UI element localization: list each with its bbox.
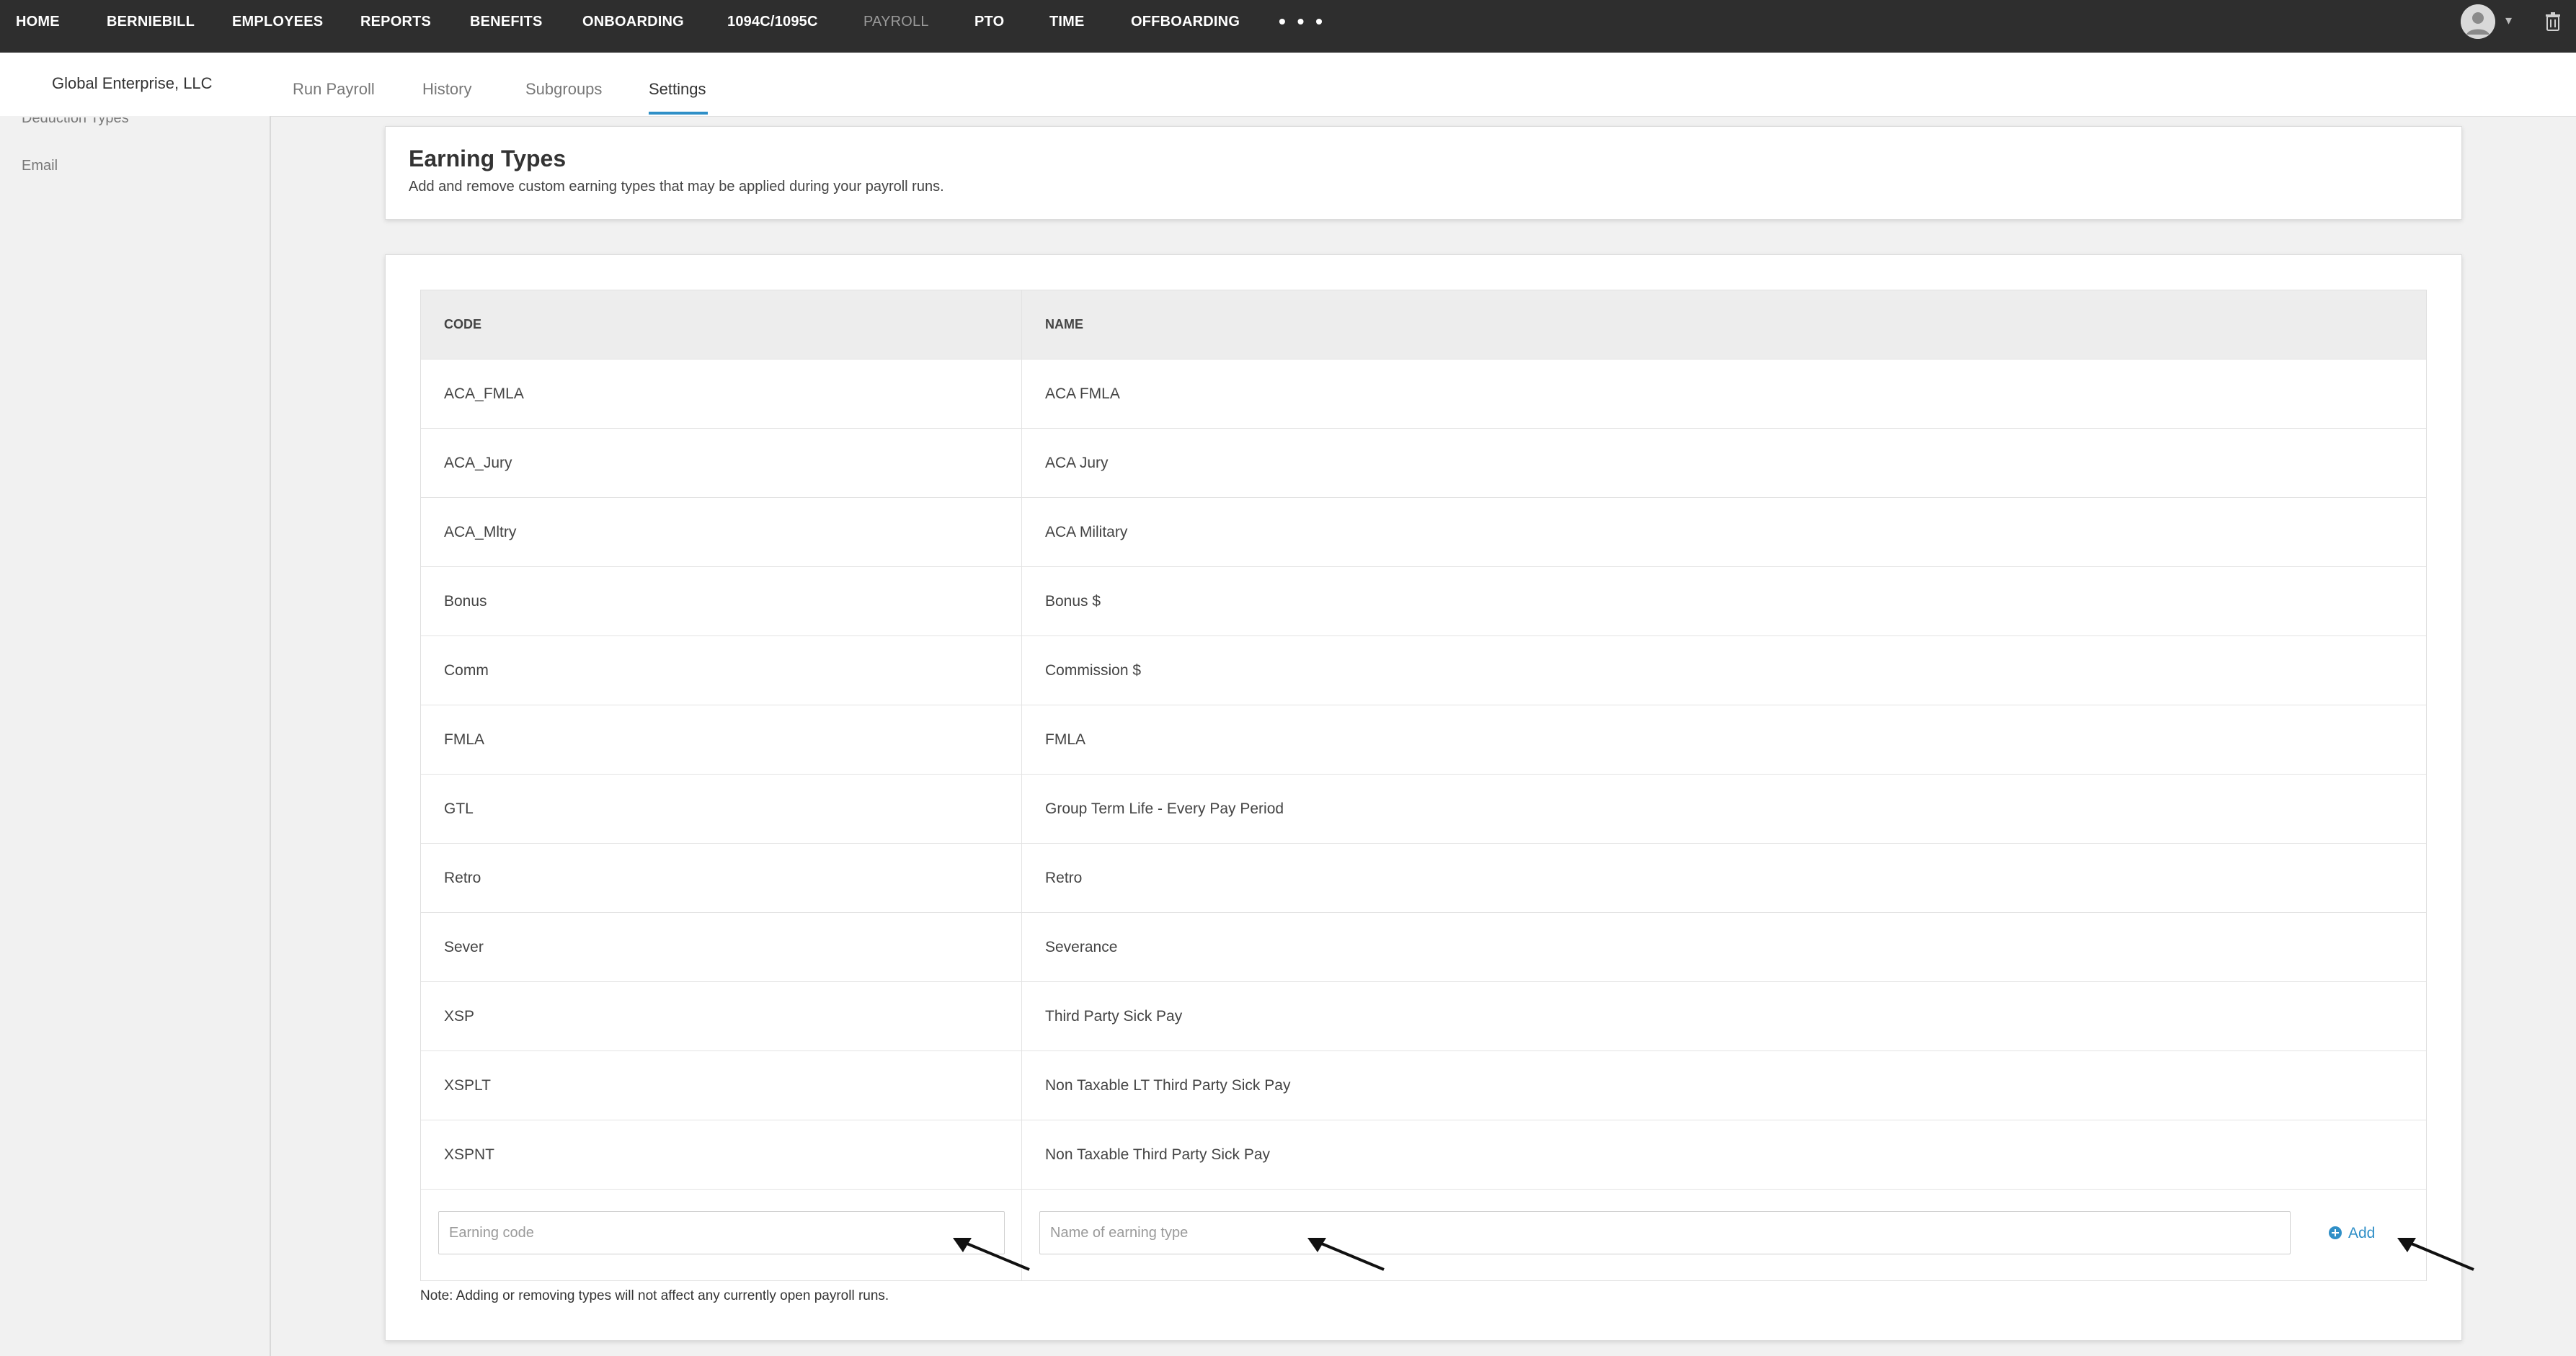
row-name-cell: Third Party Sick Pay: [1045, 1008, 1183, 1025]
nav-employees[interactable]: EMPLOYEES: [232, 0, 323, 43]
arrow-annotation-icon: [2397, 1238, 2474, 1271]
nav-home[interactable]: HOME: [16, 0, 60, 43]
table-note: Note: Adding or removing types will not …: [420, 1288, 889, 1303]
settings-sidebar: Deduction Types Email: [0, 116, 271, 1356]
row-name-cell: Bonus $: [1045, 593, 1101, 610]
arrow-annotation-icon: [953, 1238, 1030, 1271]
nav-payroll[interactable]: PAYROLL: [863, 0, 929, 43]
row-name-cell: Group Term Life - Every Pay Period: [1045, 800, 1284, 817]
earning-code-input[interactable]: [438, 1211, 1005, 1254]
user-avatar-icon[interactable]: [2461, 4, 2495, 39]
table-row: XSP Third Party Sick Pay: [421, 982, 2426, 1051]
row-name-cell: Severance: [1045, 939, 1118, 955]
table-row: ACA_FMLA ACA FMLA: [421, 360, 2426, 429]
table-row: Comm Commission $: [421, 636, 2426, 705]
chevron-down-icon[interactable]: ▾: [2505, 13, 2512, 28]
row-code-cell: Retro: [421, 844, 1022, 912]
plus-circle-icon: [2329, 1226, 2342, 1239]
nav-pto[interactable]: PTO: [974, 0, 1004, 43]
name-input-cell: Add: [1022, 1190, 2426, 1280]
row-name-cell: Retro: [1045, 870, 1083, 886]
nav-time[interactable]: TIME: [1049, 0, 1085, 43]
row-name-cell: ACA Military: [1045, 524, 1128, 540]
row-name-cell: FMLA: [1045, 731, 1086, 748]
earning-types-header-card: Earning Types Add and remove custom earn…: [385, 126, 2462, 220]
nav-benefits[interactable]: BENEFITS: [470, 0, 543, 43]
row-name-cell: Non Taxable LT Third Party Sick Pay: [1045, 1077, 1291, 1094]
table-row: Sever Severance: [421, 913, 2426, 982]
table-row: XSPLT Non Taxable LT Third Party Sick Pa…: [421, 1051, 2426, 1120]
sidebar-item-email[interactable]: Email: [22, 158, 58, 174]
row-code-cell: XSP: [421, 982, 1022, 1051]
code-input-cell: [421, 1190, 1022, 1280]
table-row: FMLA FMLA: [421, 705, 2426, 775]
table-row: ACA_Jury ACA Jury: [421, 429, 2426, 498]
row-code-cell: XSPLT: [421, 1051, 1022, 1120]
row-code-cell: ACA_Mltry: [421, 498, 1022, 566]
earning-name-input[interactable]: [1039, 1211, 2291, 1254]
arrow-annotation-icon: [1307, 1238, 1385, 1271]
table-row: Bonus Bonus $: [421, 567, 2426, 636]
table-row: Retro Retro: [421, 844, 2426, 913]
trash-icon[interactable]: [2544, 12, 2562, 32]
add-button-label: Add: [2348, 1225, 2376, 1241]
active-tab-indicator: [649, 112, 708, 115]
row-code-cell: FMLA: [421, 705, 1022, 774]
row-code-cell: Comm: [421, 636, 1022, 705]
row-code-cell: XSPNT: [421, 1120, 1022, 1189]
nav-1094c-1095c[interactable]: 1094C/1095C: [727, 0, 818, 43]
table-row: GTL Group Term Life - Every Pay Period: [421, 775, 2426, 844]
table-row: ACA_Mltry ACA Military: [421, 498, 2426, 567]
row-code-cell: Bonus: [421, 567, 1022, 635]
earning-types-table: CODE NAME ACA_FMLA ACA FMLA ACA_Jury ACA…: [420, 290, 2427, 1281]
nav-berniebill[interactable]: BERNIEBILL: [107, 0, 195, 43]
tab-settings[interactable]: Settings: [649, 80, 706, 99]
row-code-cell: ACA_Jury: [421, 429, 1022, 497]
row-name-cell: ACA Jury: [1045, 455, 1109, 471]
row-name-cell: Non Taxable Third Party Sick Pay: [1045, 1146, 1271, 1163]
nav-reports[interactable]: REPORTS: [360, 0, 431, 43]
row-code-cell: GTL: [421, 775, 1022, 843]
earning-types-table-card: CODE NAME ACA_FMLA ACA FMLA ACA_Jury ACA…: [385, 254, 2462, 1341]
add-earning-type-button[interactable]: Add: [2328, 1223, 2375, 1244]
tab-subgroups[interactable]: Subgroups: [525, 80, 602, 99]
table-header-row: CODE NAME: [421, 290, 2426, 360]
row-name-cell: ACA FMLA: [1045, 385, 1120, 402]
company-name[interactable]: Global Enterprise, LLC: [52, 74, 213, 93]
sub-header: Global Enterprise, LLC Run Payroll Histo…: [0, 53, 2576, 117]
row-code-cell: ACA_FMLA: [421, 360, 1022, 428]
add-earning-type-row: Add: [421, 1190, 2426, 1280]
top-navigation-bar: HOME BERNIEBILL EMPLOYEES REPORTS BENEFI…: [0, 0, 2576, 53]
column-header-name: NAME: [1045, 317, 1083, 331]
table-row: XSPNT Non Taxable Third Party Sick Pay: [421, 1120, 2426, 1190]
nav-more-menu[interactable]: • • •: [1279, 0, 1325, 43]
column-header-code: CODE: [421, 290, 1022, 359]
nav-onboarding[interactable]: ONBOARDING: [582, 0, 684, 43]
row-name-cell: Commission $: [1045, 662, 1142, 679]
tab-history[interactable]: History: [422, 80, 471, 99]
tab-run-payroll[interactable]: Run Payroll: [293, 80, 375, 99]
page-title: Earning Types: [409, 146, 567, 171]
page-description: Add and remove custom earning types that…: [409, 179, 944, 195]
nav-offboarding[interactable]: OFFBOARDING: [1131, 0, 1240, 43]
row-code-cell: Sever: [421, 913, 1022, 981]
